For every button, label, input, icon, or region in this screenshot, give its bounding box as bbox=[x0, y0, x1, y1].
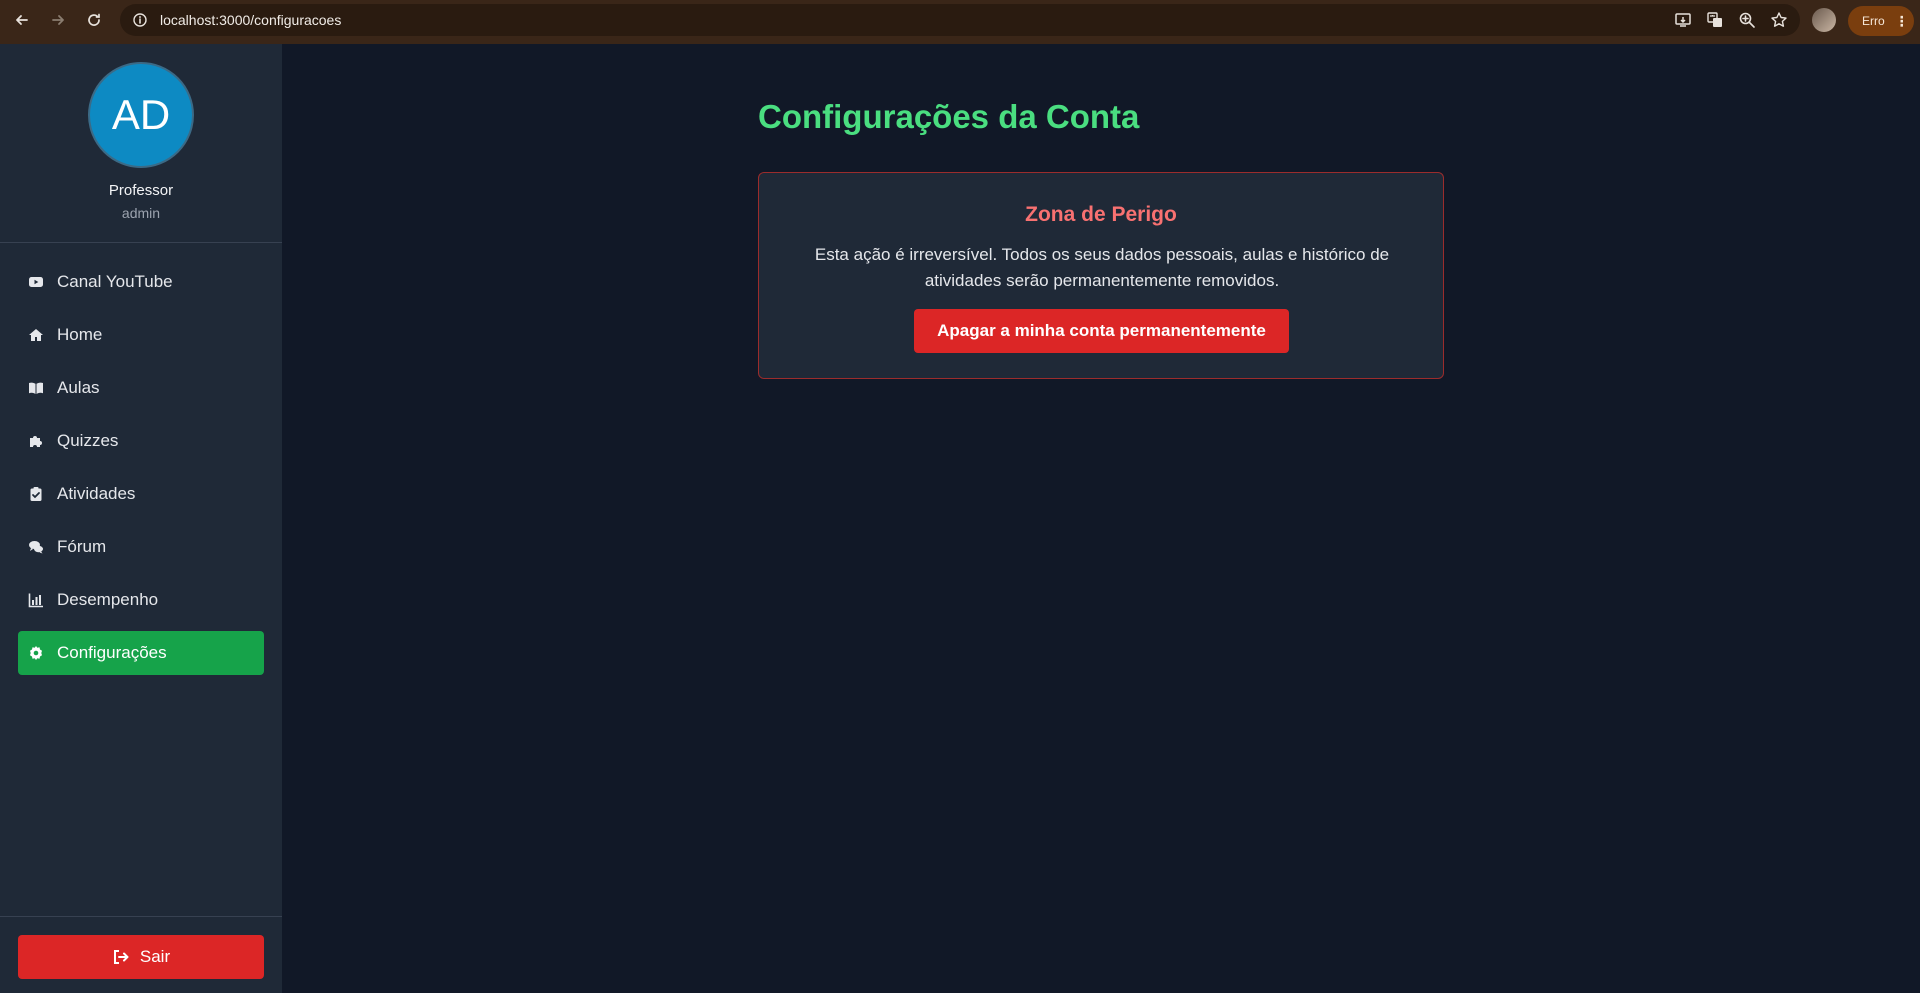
sidebar-item-label: Canal YouTube bbox=[57, 272, 173, 291]
danger-zone-card: Zona de Perigo Esta ação é irreversível.… bbox=[758, 172, 1444, 379]
logout-button[interactable]: Sair bbox=[18, 935, 264, 979]
page-title: Configurações da Conta bbox=[758, 98, 1140, 135]
sidebar-item-label: Fórum bbox=[57, 537, 107, 556]
sidebar-item-home[interactable]: Home bbox=[18, 313, 264, 357]
avatar: AD bbox=[88, 62, 194, 168]
sidebar-item-aulas[interactable]: Aulas bbox=[18, 366, 264, 410]
sidebar-item-desempenho[interactable]: Desempenho bbox=[18, 578, 264, 622]
sidebar: AD Professor admin Canal YouTube Home Au… bbox=[0, 44, 282, 993]
sidebar-divider-bottom bbox=[0, 916, 282, 917]
sidebar-item-label: Atividades bbox=[57, 484, 136, 503]
error-chip-label: Erro bbox=[1862, 14, 1885, 28]
sidebar-item-configuracoes[interactable]: Configurações bbox=[18, 631, 264, 675]
forward-icon bbox=[52, 15, 64, 25]
translate-icon[interactable] bbox=[1706, 11, 1724, 29]
url-text[interactable]: localhost:3000/configuracoes bbox=[160, 12, 341, 28]
user-role: admin bbox=[121, 205, 161, 221]
reload-icon bbox=[88, 13, 100, 26]
comments-icon bbox=[27, 538, 45, 556]
delete-account-button[interactable]: Apagar a minha conta permanentemente bbox=[914, 309, 1289, 353]
back-button[interactable] bbox=[4, 2, 40, 38]
danger-zone-title: Zona de Perigo bbox=[1025, 203, 1177, 226]
youtube-icon bbox=[27, 273, 45, 291]
info-icon[interactable] bbox=[132, 12, 148, 28]
sidebar-item-label: Home bbox=[57, 325, 103, 344]
chart-icon bbox=[27, 591, 45, 609]
address-bar[interactable]: localhost:3000/configuracoes bbox=[120, 4, 1800, 36]
menu-dots-icon: ⋮ bbox=[1894, 12, 1909, 29]
puzzle-icon bbox=[27, 432, 45, 450]
clipboard-check-icon bbox=[27, 485, 45, 503]
danger-zone-text: Esta ação é irreversível. Todos os seus … bbox=[814, 245, 1390, 290]
sidebar-item-canal-youtube[interactable]: Canal YouTube bbox=[18, 260, 264, 304]
reload-button[interactable] bbox=[76, 2, 112, 38]
sidebar-item-atividades[interactable]: Atividades bbox=[18, 472, 264, 516]
zoom-icon[interactable] bbox=[1738, 11, 1756, 29]
install-icon[interactable] bbox=[1674, 11, 1692, 29]
sidebar-item-forum[interactable]: Fórum bbox=[18, 525, 264, 569]
back-icon bbox=[16, 15, 28, 25]
browser-toolbar: localhost:3000/configuracoes Erro ⋮ bbox=[0, 0, 1920, 44]
sign-out-icon bbox=[113, 950, 129, 964]
forward-button[interactable] bbox=[40, 2, 76, 38]
sidebar-menu: Canal YouTube Home Aulas Quizzes Ativida… bbox=[18, 260, 264, 684]
book-icon bbox=[27, 379, 45, 397]
sidebar-item-quizzes[interactable]: Quizzes bbox=[18, 419, 264, 463]
gear-icon bbox=[27, 644, 45, 662]
logout-label: Sair bbox=[139, 947, 171, 966]
sidebar-item-label: Aulas bbox=[57, 378, 100, 397]
sidebar-item-label: Quizzes bbox=[57, 431, 119, 450]
home-icon bbox=[27, 326, 45, 344]
sidebar-divider-top bbox=[0, 242, 282, 243]
error-chip[interactable]: Erro ⋮ bbox=[1848, 6, 1914, 36]
sidebar-item-label: Desempenho bbox=[57, 590, 159, 609]
star-icon[interactable] bbox=[1770, 11, 1788, 29]
profile-avatar[interactable] bbox=[1812, 8, 1836, 32]
user-name: Professor bbox=[108, 182, 174, 199]
sidebar-item-label: Configurações bbox=[57, 643, 167, 662]
